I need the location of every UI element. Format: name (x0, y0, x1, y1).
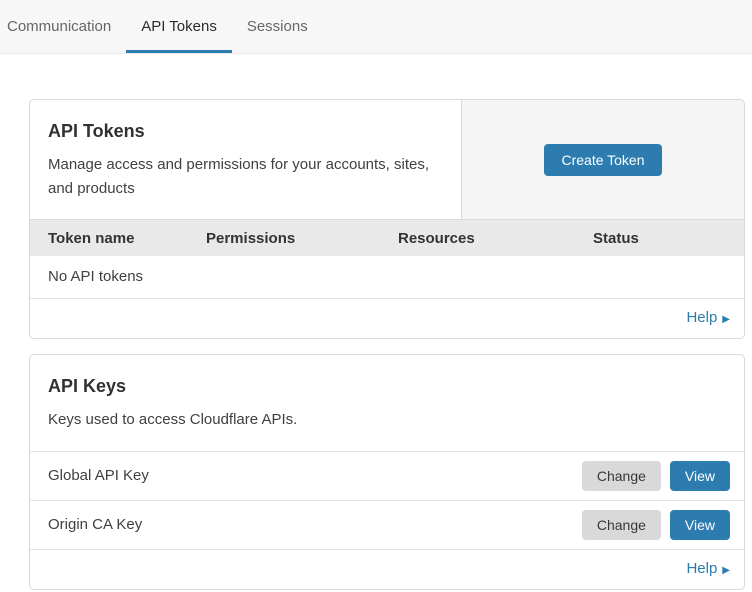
help-link-label: Help (686, 309, 717, 326)
column-resources: Resources (398, 230, 593, 247)
api-tokens-card-footer: Help ▶ (30, 298, 744, 338)
api-key-row-global: Global API Key Change View (30, 451, 744, 500)
tab-api-tokens[interactable]: API Tokens (126, 0, 232, 53)
api-key-row-origin-ca: Origin CA Key Change View (30, 500, 744, 549)
view-origin-ca-key-button[interactable]: View (670, 510, 730, 540)
tab-communication[interactable]: Communication (0, 0, 126, 53)
api-keys-card-footer: Help ▶ (30, 549, 744, 589)
view-global-api-key-button[interactable]: View (670, 461, 730, 491)
column-status: Status (593, 230, 744, 247)
api-keys-description: Keys used to access Cloudflare APIs. (48, 408, 726, 432)
column-token-name: Token name (30, 230, 206, 247)
change-origin-ca-key-button[interactable]: Change (582, 510, 661, 540)
page-content: API Tokens Manage access and permissions… (0, 54, 752, 592)
api-key-label-global: Global API Key (48, 467, 582, 484)
tab-sessions[interactable]: Sessions (232, 0, 323, 53)
api-tokens-title: API Tokens (48, 121, 443, 142)
change-global-api-key-button[interactable]: Change (582, 461, 661, 491)
help-link-label: Help (686, 560, 717, 577)
api-tokens-action-panel: Create Token (461, 100, 744, 219)
help-arrow-icon: ▶ (722, 565, 730, 576)
tab-bar: Communication API Tokens Sessions (0, 0, 752, 54)
api-keys-card: API Keys Keys used to access Cloudflare … (29, 354, 745, 590)
api-tokens-help-link[interactable]: Help ▶ (686, 309, 730, 326)
api-keys-title: API Keys (48, 376, 726, 397)
api-tokens-card-header-text: API Tokens Manage access and permissions… (30, 100, 461, 219)
api-keys-help-link[interactable]: Help ▶ (686, 560, 730, 577)
create-token-button[interactable]: Create Token (544, 144, 661, 176)
api-keys-card-header: API Keys Keys used to access Cloudflare … (30, 355, 744, 451)
help-arrow-icon: ▶ (722, 314, 730, 325)
column-permissions: Permissions (206, 230, 398, 247)
tokens-table-header: Token name Permissions Resources Status (30, 219, 744, 256)
api-tokens-card-header: API Tokens Manage access and permissions… (30, 100, 744, 219)
api-tokens-card: API Tokens Manage access and permissions… (29, 99, 745, 339)
tokens-empty-message: No API tokens (30, 256, 744, 298)
api-tokens-description: Manage access and permissions for your a… (48, 153, 443, 200)
api-key-label-origin-ca: Origin CA Key (48, 516, 582, 533)
